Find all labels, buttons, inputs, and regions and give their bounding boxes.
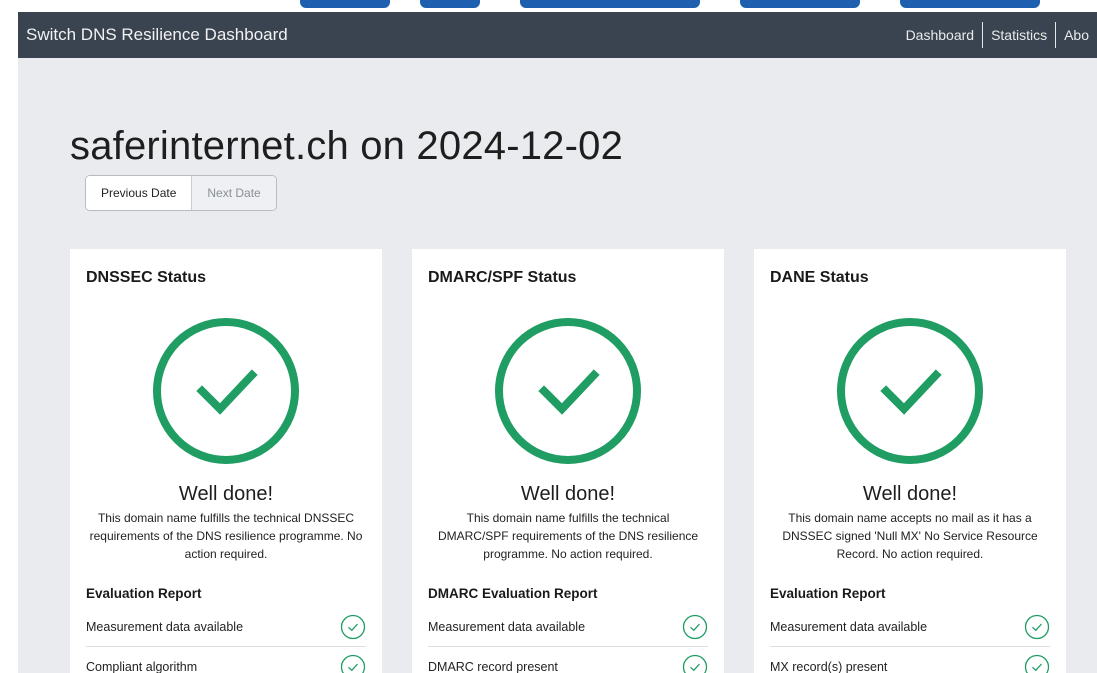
report-row-label: Measurement data available [428, 619, 586, 634]
page-title: saferinternet.ch on 2024-12-02 [70, 124, 624, 168]
report-row-label: Compliant algorithm [86, 659, 198, 673]
dnssec-status-card: DNSSEC Status Well done! This domain nam… [70, 249, 382, 673]
main-content: saferinternet.ch on 2024-12-02 Previous … [18, 58, 1097, 673]
next-date-button[interactable]: Next Date [191, 176, 276, 210]
evaluation-report-title: Evaluation Report [770, 586, 886, 601]
check-circle-icon [153, 318, 299, 464]
card-headline: Well done! [520, 483, 616, 505]
dmarc-spf-status-card: DMARC/SPF Status Well done! This domain … [412, 249, 724, 673]
check-circle-icon [682, 614, 708, 639]
check-circle-icon [682, 654, 708, 673]
brand-title[interactable]: Switch DNS Resilience Dashboard [18, 25, 288, 45]
report-row-label: DMARC record present [428, 659, 558, 673]
report-row-label: Measurement data available [770, 619, 928, 634]
previous-date-button[interactable]: Previous Date [86, 176, 192, 210]
card-description: This domain name fulfills the technical … [89, 511, 363, 561]
evaluation-report-list: Measurement data available MX record(s) … [770, 607, 1050, 673]
evaluation-report-list: Measurement data available Compliant alg… [86, 607, 366, 673]
evaluation-report-title: Evaluation Report [86, 586, 202, 601]
check-circle-icon [340, 654, 366, 673]
evaluation-report-title: DMARC Evaluation Report [428, 586, 598, 601]
card-headline: Well done! [862, 483, 958, 505]
check-circle-icon [340, 614, 366, 639]
top-strip [0, 0, 1097, 12]
report-row: Compliant algorithm [86, 647, 366, 673]
report-row-label: MX record(s) present [770, 659, 888, 673]
card-title: DANE Status [770, 269, 869, 286]
card-headline: Well done! [178, 483, 274, 505]
check-circle-icon [495, 318, 641, 464]
check-circle-icon [1024, 654, 1050, 673]
report-row: DMARC record present [428, 647, 708, 673]
report-row: MX record(s) present [770, 647, 1050, 673]
card-title: DNSSEC Status [86, 269, 207, 286]
navbar: Switch DNS Resilience Dashboard Dashboar… [18, 12, 1097, 58]
card-description: This domain name accepts no mail as it h… [782, 511, 1038, 561]
nav-link-about[interactable]: Abo [1056, 23, 1097, 47]
report-row-label: Measurement data available [86, 619, 244, 634]
report-row: Measurement data available [86, 607, 366, 647]
card-title: DMARC/SPF Status [428, 269, 577, 286]
nav-link-statistics[interactable]: Statistics [983, 23, 1055, 47]
check-circle-icon [1024, 614, 1050, 639]
report-row: Measurement data available [770, 607, 1050, 647]
check-circle-icon [837, 318, 983, 464]
evaluation-report-list: Measurement data available DMARC record … [428, 607, 708, 673]
report-row: Measurement data available [428, 607, 708, 647]
nav-links: Dashboard Statistics Abo [898, 12, 1097, 58]
nav-link-dashboard[interactable]: Dashboard [898, 23, 983, 47]
date-navigation: Previous Date Next Date [85, 175, 277, 211]
card-description: This domain name fulfills the technical … [437, 511, 699, 561]
dane-status-card: DANE Status Well done! This domain name … [754, 249, 1066, 673]
